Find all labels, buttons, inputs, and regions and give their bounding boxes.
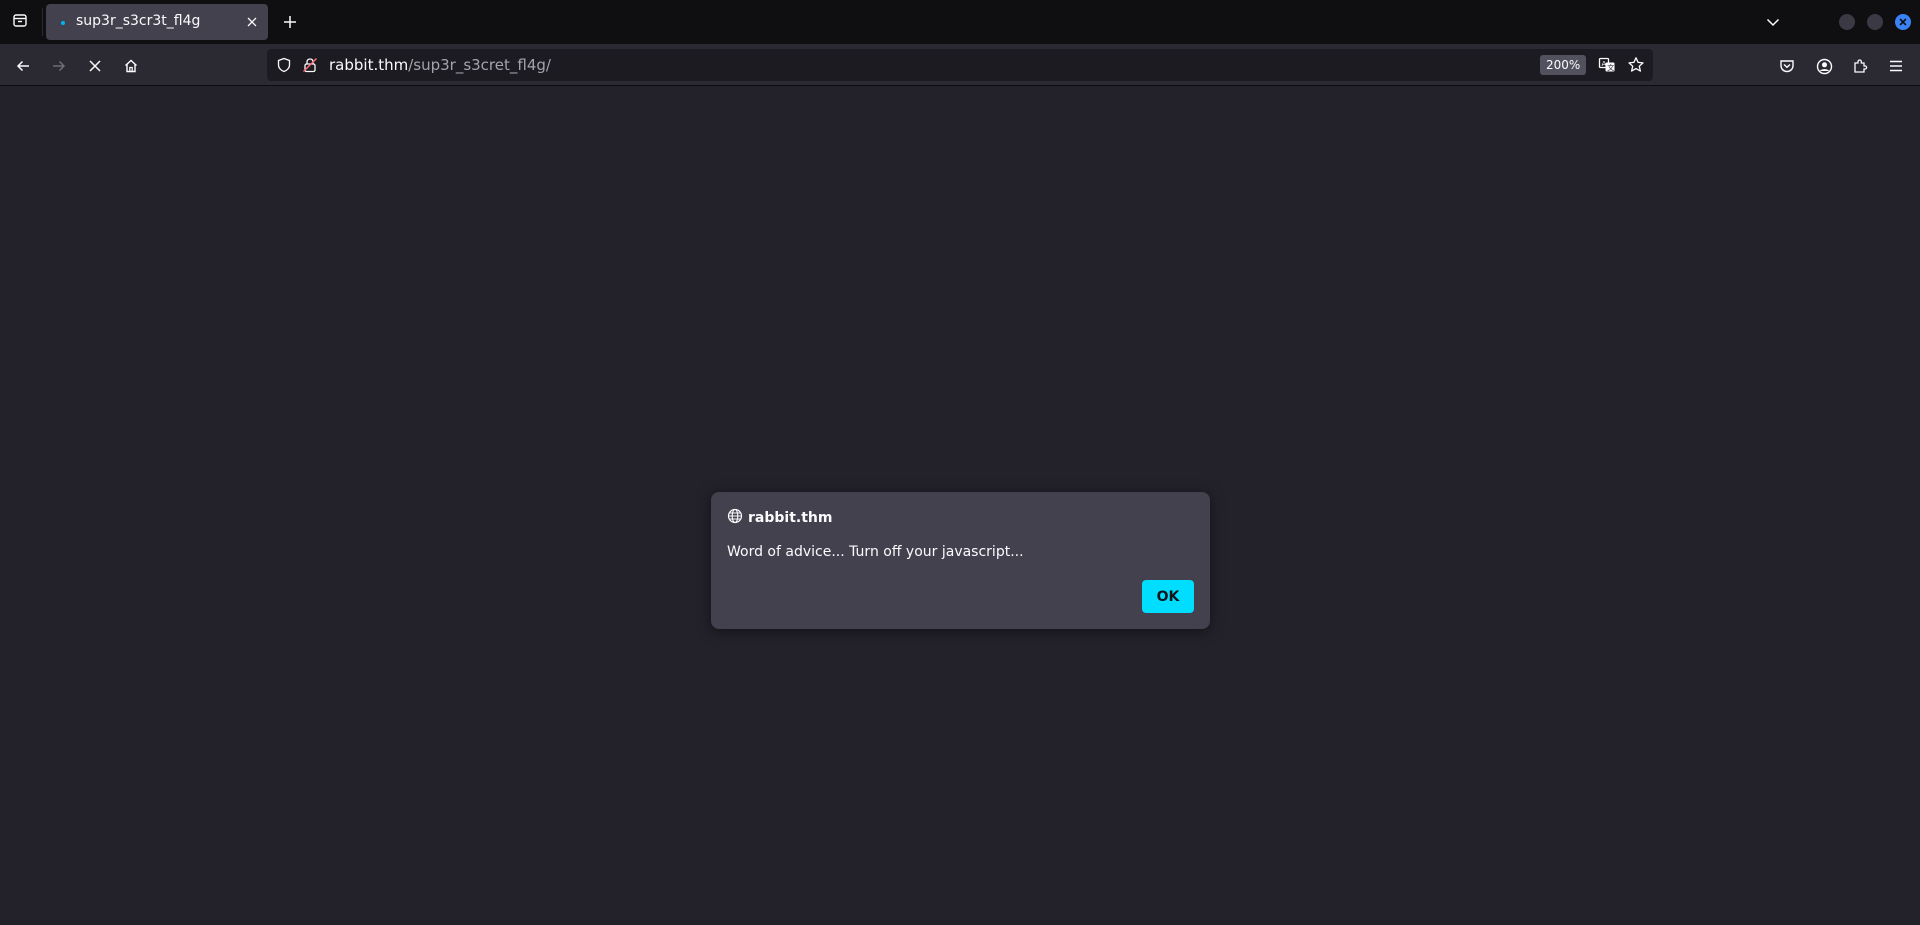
tab-bar: sup3r_s3cr3t_fl4g (0, 0, 1920, 44)
list-all-tabs-button[interactable] (1761, 10, 1785, 34)
close-icon (1899, 18, 1907, 26)
new-tab-button[interactable] (278, 10, 302, 34)
site-identity-button[interactable] (301, 56, 319, 74)
account-button[interactable] (1811, 53, 1837, 79)
stop-icon (89, 60, 101, 72)
alert-dialog: rabbit.thm Word of advice... Turn off yo… (711, 492, 1210, 629)
account-icon (1816, 58, 1832, 74)
tab-active[interactable]: sup3r_s3cr3t_fl4g (46, 4, 268, 40)
back-button[interactable] (9, 53, 37, 79)
tab-close-button[interactable] (242, 12, 262, 32)
plus-icon (284, 16, 296, 28)
translate-icon: A文 (1598, 57, 1615, 72)
pocket-button[interactable] (1774, 53, 1800, 79)
url-path: /sup3r_s3cret_fl4g/ (408, 56, 551, 74)
home-icon (125, 59, 137, 73)
stop-button[interactable] (81, 53, 109, 79)
forward-arrow-icon (53, 60, 66, 72)
bookmark-button[interactable] (1626, 55, 1646, 75)
forward-button[interactable] (45, 53, 73, 79)
dialog-origin: rabbit.thm (748, 510, 833, 526)
hamburger-menu-icon (1890, 60, 1902, 72)
tab-title: sup3r_s3cr3t_fl4g (76, 13, 201, 29)
window-maximize-button[interactable] (1867, 14, 1883, 30)
tab-separator (42, 8, 43, 36)
tab-list-button[interactable] (8, 10, 32, 34)
zoom-reset-button[interactable]: 200% (1540, 55, 1587, 75)
dialog-header: rabbit.thm (727, 508, 832, 528)
tab-list-icon (12, 12, 28, 32)
url-text[interactable]: rabbit.thm/sup3r_s3cret_fl4g/ (329, 56, 551, 74)
globe-icon (727, 508, 743, 528)
app-menu-button[interactable] (1883, 53, 1909, 79)
navigation-toolbar: rabbit.thm/sup3r_s3cret_fl4g/ 200% A文 (0, 44, 1920, 86)
translate-button[interactable]: A文 (1597, 55, 1617, 75)
extensions-icon (1854, 59, 1868, 73)
url-host: rabbit.thm (329, 56, 409, 74)
tracking-protection-button[interactable] (275, 56, 293, 74)
extensions-button[interactable] (1847, 53, 1873, 79)
close-icon (247, 17, 257, 27)
loading-indicator-icon (61, 21, 65, 25)
star-icon (1628, 57, 1644, 72)
chevron-down-icon (1766, 18, 1780, 27)
ok-button[interactable]: OK (1142, 580, 1194, 613)
window-close-button[interactable] (1895, 14, 1911, 30)
svg-text:文: 文 (1607, 63, 1614, 72)
window-minimize-button[interactable] (1839, 14, 1855, 30)
url-bar[interactable]: rabbit.thm/sup3r_s3cret_fl4g/ 200% A文 (267, 49, 1653, 81)
pocket-icon (1780, 60, 1794, 73)
shield-icon (277, 57, 291, 73)
back-arrow-icon (16, 60, 29, 72)
home-button[interactable] (117, 53, 145, 79)
lock-icon (302, 57, 318, 73)
dialog-message: Word of advice... Turn off your javascri… (727, 544, 1024, 560)
